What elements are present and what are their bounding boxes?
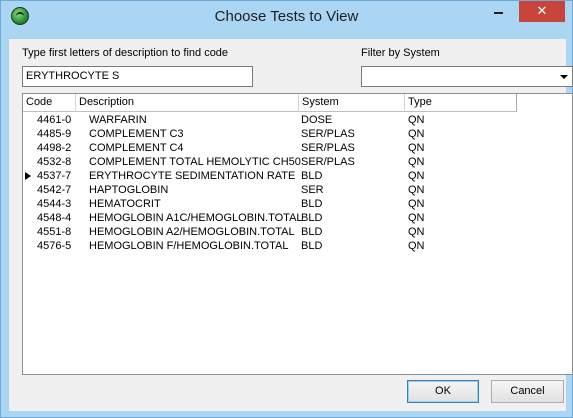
close-icon: ✕ [536, 4, 548, 19]
cell-description: WARFARIN [89, 114, 147, 126]
cell-code: 4461-0 [37, 114, 72, 126]
cell-description: HAPTOGLOBIN [89, 184, 169, 196]
cell-type: QN [408, 226, 425, 238]
table-row[interactable]: 4548-4 HEMOGLOBIN A1C/HEMOGLOBIN.TOTAL BLD… [23, 211, 572, 225]
minimize-button[interactable] [485, 1, 511, 22]
filter-label: Filter by System [361, 47, 440, 59]
table-row[interactable]: 4542-7 HAPTOGLOBIN SER QN [23, 183, 572, 197]
cell-code: 4551-8 [37, 226, 72, 238]
cell-description: HEMOGLOBIN A2/HEMOGLOBIN.TOTAL [89, 226, 295, 238]
filter-system-select[interactable] [361, 66, 573, 87]
cell-system: BLD [301, 212, 323, 224]
cell-type: QN [408, 198, 425, 210]
cell-type: QN [408, 142, 425, 154]
cell-description: HEMOGLOBIN F/HEMOGLOBIN.TOTAL [89, 240, 289, 252]
cell-description: ERYTHROCYTE SEDIMENTATION RATE [89, 170, 296, 182]
cell-system: BLD [301, 226, 323, 238]
table-row[interactable]: 4551-8 HEMOGLOBIN A2/HEMOGLOBIN.TOTAL BLD Q… [23, 225, 572, 239]
cell-system: BLD [301, 198, 323, 210]
cell-type: QN [408, 128, 425, 140]
column-header-system[interactable]: System [299, 94, 405, 112]
table-row[interactable]: 4485-9 COMPLEMENT C3 SER/PLAS QN [23, 127, 572, 141]
table-row[interactable]: 4537-7 ERYTHROCYTE SEDIMENTATION RATE BLD Q… [23, 169, 572, 183]
tests-grid[interactable]: Code Description System Type 4461-0 WARFA… [22, 93, 573, 375]
cell-type: QN [408, 184, 425, 196]
cell-system: SER/PLAS [301, 128, 355, 140]
table-row[interactable]: 4532-8 COMPLEMENT TOTAL HEMOLYTIC CH50 SER… [23, 155, 572, 169]
search-label: Type first letters of description to fin… [22, 47, 229, 59]
dropdown-arrow-icon[interactable] [560, 75, 568, 79]
column-header-type[interactable]: Type [405, 94, 517, 112]
cell-type: QN [408, 156, 425, 168]
cell-code: 4498-2 [37, 142, 72, 154]
cell-system: DOSE [301, 114, 333, 126]
table-row[interactable]: 4544-3 HEMATOCRIT BLD QN [23, 197, 572, 211]
cell-type: QN [408, 212, 425, 224]
cell-code: 4537-7 [37, 170, 72, 182]
ok-button[interactable]: OK [407, 380, 479, 403]
cell-description: HEMOGLOBIN A1C/HEMOGLOBIN.TOTAL [89, 212, 303, 224]
cell-code: 4542-7 [37, 184, 72, 196]
cell-code: 4548-4 [37, 212, 72, 224]
cell-type: QN [408, 240, 425, 252]
dialog-window: Choose Tests to View ✕ Type first letter… [0, 0, 573, 418]
column-header-code[interactable]: Code [23, 94, 76, 112]
minimize-icon [493, 12, 503, 14]
cell-system: BLD [301, 170, 323, 182]
search-input[interactable]: ERYTHROCYTE S [22, 66, 253, 87]
cell-type: QN [408, 114, 425, 126]
title-bar[interactable]: Choose Tests to View ✕ [1, 1, 572, 33]
cell-type: QN [408, 170, 425, 182]
cell-code: 4576-5 [37, 240, 72, 252]
cell-description: COMPLEMENT C4 [89, 142, 184, 154]
cell-code: 4485-9 [37, 128, 72, 140]
cell-code: 4532-8 [37, 156, 72, 168]
table-row[interactable]: 4461-0 WARFARIN DOSE QN [23, 113, 572, 127]
current-row-pointer-icon [25, 172, 31, 180]
cell-system: SER/PLAS [301, 156, 355, 168]
cell-code: 4544-3 [37, 198, 72, 210]
cancel-button[interactable]: Cancel [491, 380, 564, 403]
grid-header: Code Description System Type [23, 94, 572, 112]
dialog-body: Type first letters of description to fin… [9, 39, 573, 411]
table-row[interactable]: 4498-2 COMPLEMENT C4 SER/PLAS QN [23, 141, 572, 155]
cell-system: BLD [301, 240, 323, 252]
close-button[interactable]: ✕ [519, 1, 565, 22]
cell-description: COMPLEMENT TOTAL HEMOLYTIC CH50 [89, 156, 301, 168]
cell-description: HEMATOCRIT [89, 198, 161, 210]
cell-system: SER [301, 184, 324, 196]
cell-description: COMPLEMENT C3 [89, 128, 184, 140]
column-header-description[interactable]: Description [76, 94, 299, 112]
cell-system: SER/PLAS [301, 142, 355, 154]
table-row[interactable]: 4576-5 HEMOGLOBIN F/HEMOGLOBIN.TOTAL BLD QN [23, 239, 572, 253]
